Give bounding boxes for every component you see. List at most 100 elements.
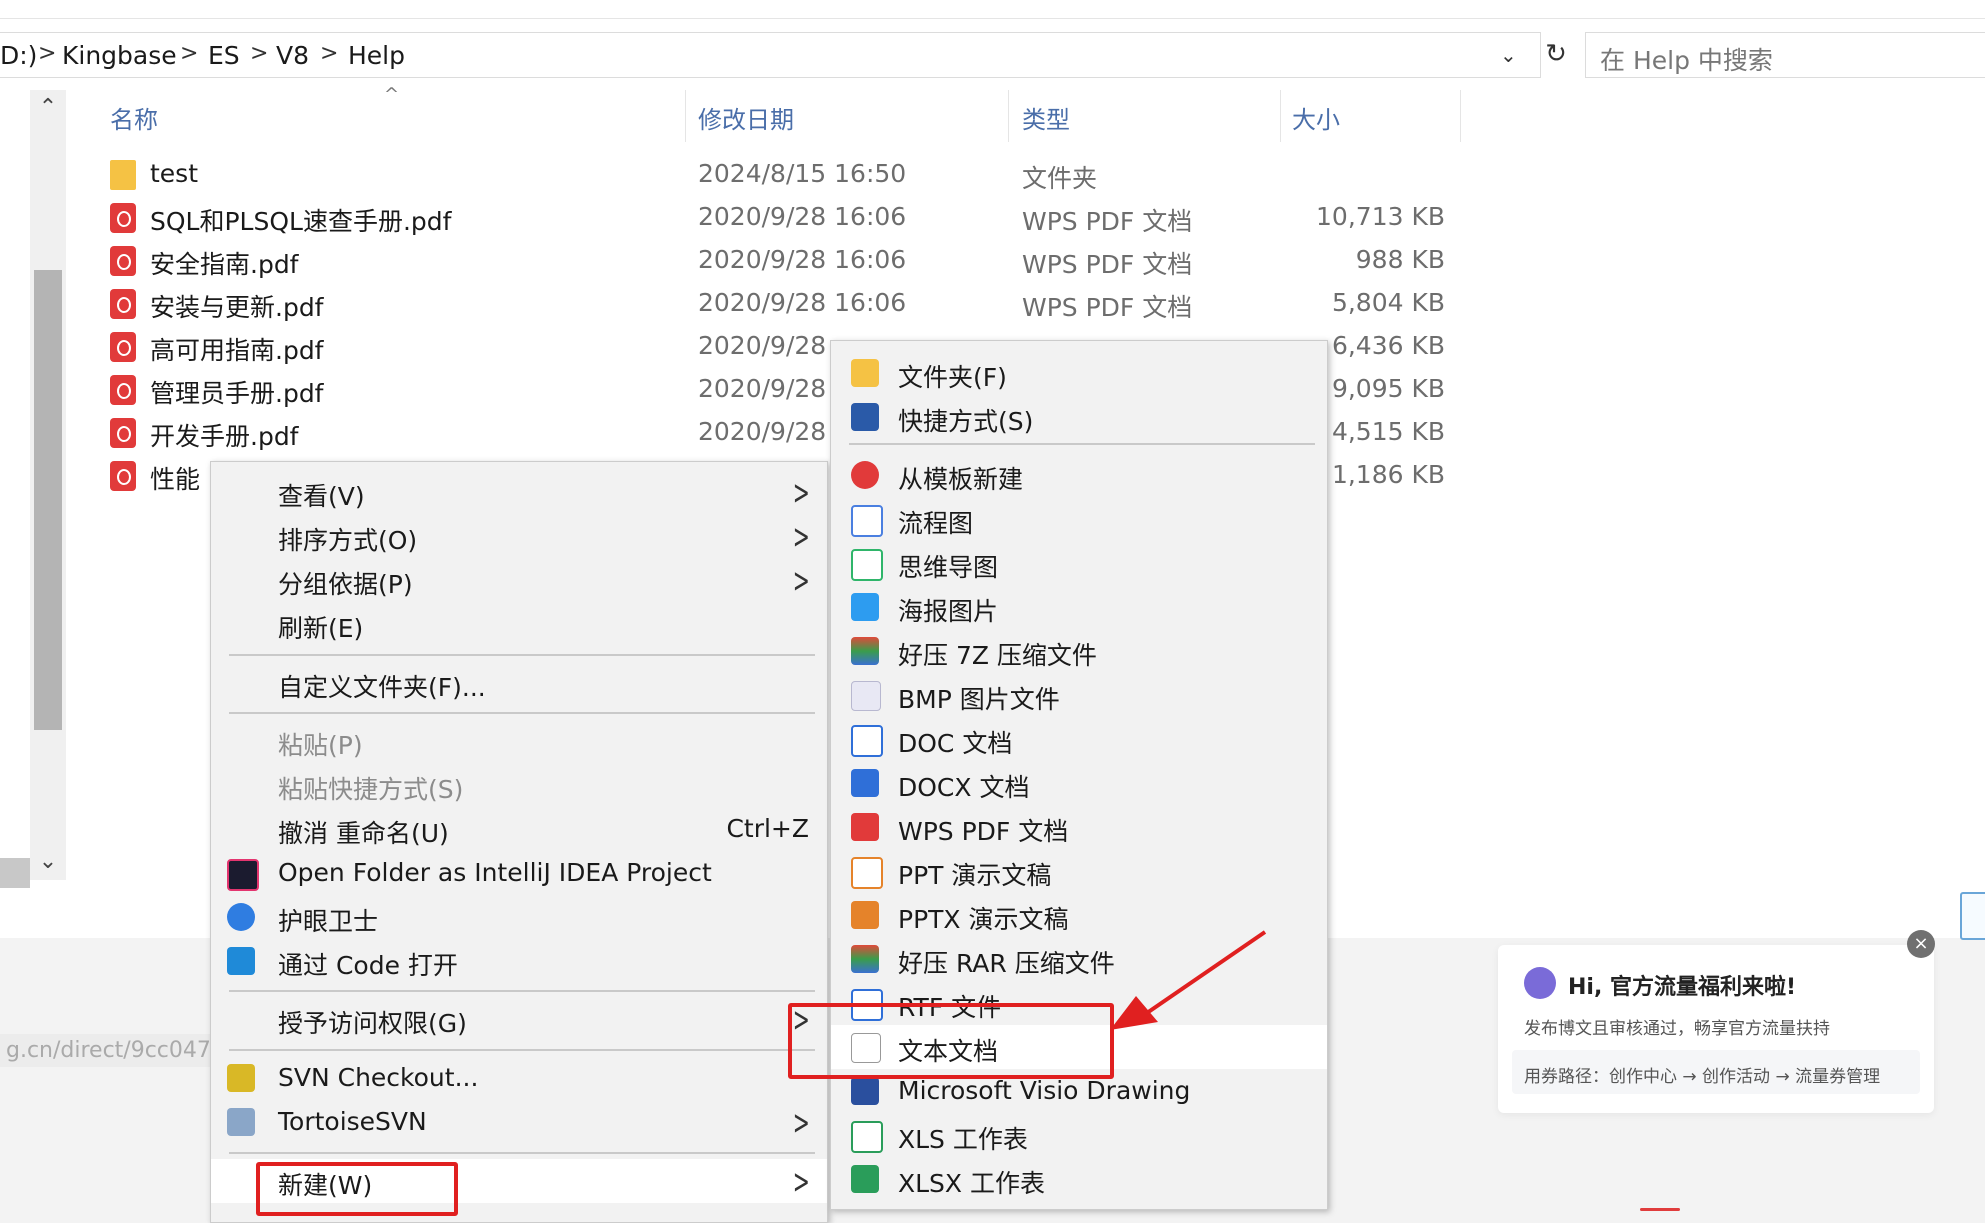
close-icon[interactable]: × xyxy=(1907,930,1935,958)
promo-subtitle: 发布博文且审核通过，畅享官方流量扶持 xyxy=(1524,1019,1830,1039)
menu-item-tortoisesvn[interactable]: TortoiseSVN > xyxy=(211,1100,827,1144)
column-divider[interactable] xyxy=(1460,90,1461,142)
promo-title: Hi, 官方流量福利来啦! xyxy=(1568,975,1797,1000)
search-input[interactable]: 在 Help 中搜索 xyxy=(1585,32,1985,78)
submenu-item-poster[interactable]: 海报图片 xyxy=(831,585,1327,629)
submenu-item-wps-pdf[interactable]: WPS PDF 文档 xyxy=(831,805,1327,849)
chevron-right-icon: > xyxy=(792,473,810,513)
menu-item-label: 分组依据(P) xyxy=(278,570,413,599)
file-size: 10,713 KB xyxy=(1316,202,1445,231)
breadcrumb-drive[interactable]: D:) xyxy=(0,41,37,70)
pptx-icon xyxy=(851,901,879,929)
breadcrumb-separator: > xyxy=(250,41,269,66)
menu-item-paste-shortcut[interactable]: 粘贴快捷方式(S) xyxy=(211,763,827,807)
chevron-right-icon: > xyxy=(792,1162,810,1202)
address-dropdown-icon[interactable]: ⌄ xyxy=(1500,43,1517,67)
submenu-item-docx[interactable]: DOCX 文档 xyxy=(831,761,1327,805)
promo-logo-icon xyxy=(1524,967,1556,999)
menu-item-sort[interactable]: 排序方式(O) > xyxy=(211,514,827,558)
column-divider[interactable] xyxy=(685,90,686,142)
address-bar[interactable]: D:) > Kingbase > ES > V8 > Help ⌄ xyxy=(0,32,1541,78)
submenu-item-flowchart[interactable]: 流程图 xyxy=(831,497,1327,541)
menu-item-group[interactable]: 分组依据(P) > xyxy=(211,558,827,602)
menu-item-grant-access[interactable]: 授予访问权限(G) > xyxy=(211,997,827,1041)
toolbar-divider xyxy=(0,18,1985,19)
details-pane-toggle-icon[interactable] xyxy=(1960,892,1985,940)
breadcrumb-kingbase[interactable]: Kingbase xyxy=(62,41,177,70)
refresh-icon[interactable]: ↻ xyxy=(1540,32,1572,76)
file-name: SQL和PLSQL速查手册.pdf xyxy=(150,207,452,236)
vertical-scrollbar[interactable]: ⌃ ⌄ xyxy=(30,90,66,880)
file-name: test xyxy=(150,159,199,188)
menu-item-label: 好压 RAR 压缩文件 xyxy=(898,949,1115,978)
pdf-icon xyxy=(110,461,136,491)
submenu-item-from-template[interactable]: 从模板新建 xyxy=(831,453,1327,497)
shortcut-label: Ctrl+Z xyxy=(726,814,809,843)
menu-item-refresh[interactable]: 刷新(E) xyxy=(211,602,827,646)
file-type: 文件夹 xyxy=(1022,164,1098,193)
menu-item-label: 思维导图 xyxy=(898,553,999,582)
column-header-type[interactable]: 类型 xyxy=(1022,100,1070,135)
menu-item-customize-folder[interactable]: 自定义文件夹(F)... xyxy=(211,661,827,705)
file-size: 988 KB xyxy=(1355,245,1445,274)
pdf-icon xyxy=(110,289,136,319)
menu-item-undo-rename[interactable]: 撤消 重命名(U) Ctrl+Z xyxy=(211,807,827,851)
pdf-icon xyxy=(110,375,136,405)
tortoisesvn-icon xyxy=(227,1108,255,1136)
promo-card: Hi, 官方流量福利来啦! 发布博文且审核通过，畅享官方流量扶持 用券路径：创作… xyxy=(1498,945,1934,1113)
menu-item-eye-guard[interactable]: 护眼卫士 xyxy=(211,895,827,939)
shortcut-icon xyxy=(851,403,879,431)
promo-path-box: 用券路径：创作中心 → 创作活动 → 流量券管理 xyxy=(1512,1050,1920,1094)
archive-icon xyxy=(851,637,879,665)
submenu-item-haozip-7z[interactable]: 好压 7Z 压缩文件 xyxy=(831,629,1327,673)
menu-item-view[interactable]: 查看(V) > xyxy=(211,470,827,514)
menu-item-open-with-code[interactable]: 通过 Code 打开 xyxy=(211,939,827,983)
column-header-size[interactable]: 大小 xyxy=(1292,100,1340,135)
file-name: 高可用指南.pdf xyxy=(150,336,324,365)
breadcrumb-separator: > xyxy=(180,41,199,66)
file-date: 2020/9/28 16:06 xyxy=(698,288,907,317)
file-row[interactable]: test 2024/8/15 16:50 文件夹 xyxy=(100,155,1460,195)
column-divider[interactable] xyxy=(1008,90,1009,142)
nav-pane-edge xyxy=(0,858,30,888)
file-row[interactable]: 安全指南.pdf 2020/9/28 16:06 WPS PDF 文档 988 … xyxy=(100,241,1460,281)
submenu-item-ppt[interactable]: PPT 演示文稿 xyxy=(831,849,1327,893)
scroll-thumb[interactable] xyxy=(34,270,62,730)
scroll-up-icon[interactable]: ⌃ xyxy=(30,90,66,126)
pdf-icon xyxy=(851,813,879,841)
file-date: 2024/8/15 16:50 xyxy=(698,159,907,188)
breadcrumb-help[interactable]: Help xyxy=(348,41,405,70)
menu-item-label: 快捷方式(S) xyxy=(898,407,1034,436)
menu-item-label: PPT 演示文稿 xyxy=(898,861,1052,890)
file-row[interactable]: 安装与更新.pdf 2020/9/28 16:06 WPS PDF 文档 5,8… xyxy=(100,284,1460,324)
menu-item-paste[interactable]: 粘贴(P) xyxy=(211,719,827,763)
column-divider[interactable] xyxy=(1280,90,1281,142)
scroll-down-icon[interactable]: ⌄ xyxy=(30,844,66,880)
submenu-item-mindmap[interactable]: 思维导图 xyxy=(831,541,1327,585)
menu-item-label: 粘贴(P) xyxy=(278,731,363,760)
menu-item-label: WPS PDF 文档 xyxy=(898,817,1069,846)
breadcrumb-v8[interactable]: V8 xyxy=(276,41,309,70)
search-placeholder: 在 Help 中搜索 xyxy=(1600,46,1773,75)
menu-separator xyxy=(229,1049,815,1051)
submenu-item-xlsx[interactable]: XLSX 工作表 xyxy=(831,1157,1327,1201)
submenu-item-doc[interactable]: DOC 文档 xyxy=(831,717,1327,761)
submenu-item-bmp[interactable]: BMP 图片文件 xyxy=(831,673,1327,717)
file-name: 性能 xyxy=(150,465,201,494)
submenu-item-shortcut[interactable]: 快捷方式(S) xyxy=(831,395,1327,439)
chevron-right-icon: > xyxy=(792,561,810,601)
menu-item-svn-checkout[interactable]: SVN Checkout... xyxy=(211,1056,827,1100)
file-row[interactable]: SQL和PLSQL速查手册.pdf 2020/9/28 16:06 WPS PD… xyxy=(100,198,1460,238)
submenu-item-folder[interactable]: 文件夹(F) xyxy=(831,351,1327,395)
submenu-item-xls[interactable]: XLS 工作表 xyxy=(831,1113,1327,1157)
menu-item-label: SVN Checkout... xyxy=(278,1063,479,1092)
column-header-date[interactable]: 修改日期 xyxy=(698,100,794,135)
column-header-name[interactable]: 名称 xyxy=(110,100,158,135)
menu-item-label: 自定义文件夹(F)... xyxy=(278,673,486,702)
menu-item-label: DOCX 文档 xyxy=(898,773,1030,802)
breadcrumb-es[interactable]: ES xyxy=(208,41,240,70)
file-type: WPS PDF 文档 xyxy=(1022,207,1193,236)
word-doc-icon xyxy=(851,725,883,757)
menu-item-intellij[interactable]: Open Folder as IntelliJ IDEA Project xyxy=(211,851,827,895)
annotation-stroke xyxy=(1640,1208,1680,1211)
